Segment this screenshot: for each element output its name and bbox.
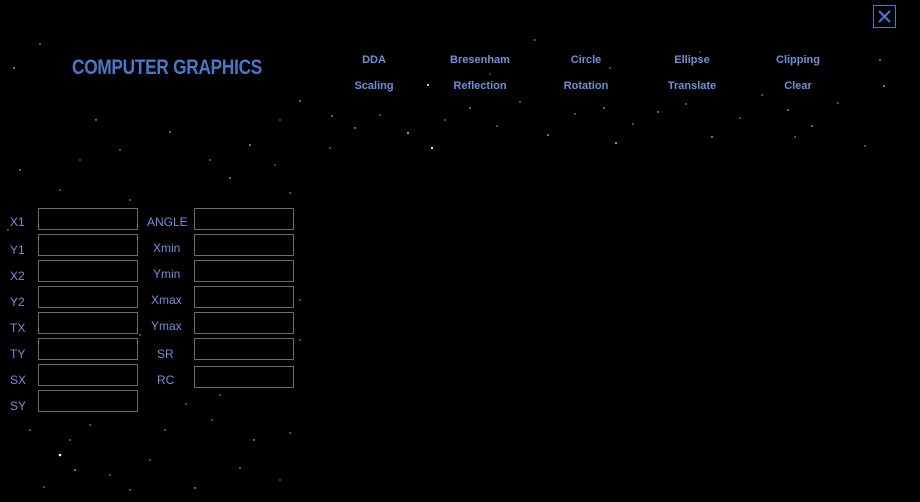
sr-input[interactable] [194, 338, 294, 360]
circle-button[interactable]: Circle [541, 54, 631, 66]
app-title: COMPUTER GRAPHICS [72, 56, 263, 79]
rc-label: RC [157, 373, 175, 387]
xmin-label: Xmin [153, 241, 181, 255]
xmax-input[interactable] [194, 286, 294, 308]
xmax-label: Xmax [151, 293, 182, 307]
ymax-input[interactable] [194, 312, 294, 334]
angle-label: ANGLE [147, 215, 188, 229]
x2-input[interactable] [38, 260, 138, 282]
y1-input[interactable] [38, 234, 138, 256]
sy-label: SY [10, 399, 27, 413]
clear-button[interactable]: Clear [753, 80, 843, 92]
ymin-label: Ymin [153, 267, 181, 281]
translate-button[interactable]: Translate [647, 80, 737, 92]
ymax-label: Ymax [151, 319, 182, 333]
sy-input[interactable] [38, 390, 138, 412]
x1-label: X1 [10, 215, 25, 229]
y1-label: Y1 [10, 243, 25, 257]
dda-button[interactable]: DDA [329, 54, 419, 66]
sx-label: SX [10, 373, 27, 387]
y2-label: Y2 [10, 295, 25, 309]
reflection-button[interactable]: Reflection [435, 80, 525, 92]
scaling-button[interactable]: Scaling [329, 80, 419, 92]
ymin-input[interactable] [194, 260, 294, 282]
ty-label: TY [10, 347, 26, 361]
rotation-button[interactable]: Rotation [541, 80, 631, 92]
sr-label: SR [157, 347, 174, 361]
ellipse-button[interactable]: Ellipse [647, 54, 737, 66]
sx-input[interactable] [38, 364, 138, 386]
bresenham-button[interactable]: Bresenham [435, 54, 525, 66]
ty-input[interactable] [38, 338, 138, 360]
tx-label: TX [10, 321, 26, 335]
tx-input[interactable] [38, 312, 138, 334]
y2-input[interactable] [38, 286, 138, 308]
rc-input[interactable] [194, 366, 294, 388]
clipping-button[interactable]: Clipping [753, 54, 843, 66]
angle-input[interactable] [194, 208, 294, 230]
close-button[interactable] [873, 5, 896, 28]
x2-label: X2 [10, 269, 25, 283]
close-icon [878, 10, 891, 23]
x1-input[interactable] [38, 208, 138, 230]
xmin-input[interactable] [194, 234, 294, 256]
